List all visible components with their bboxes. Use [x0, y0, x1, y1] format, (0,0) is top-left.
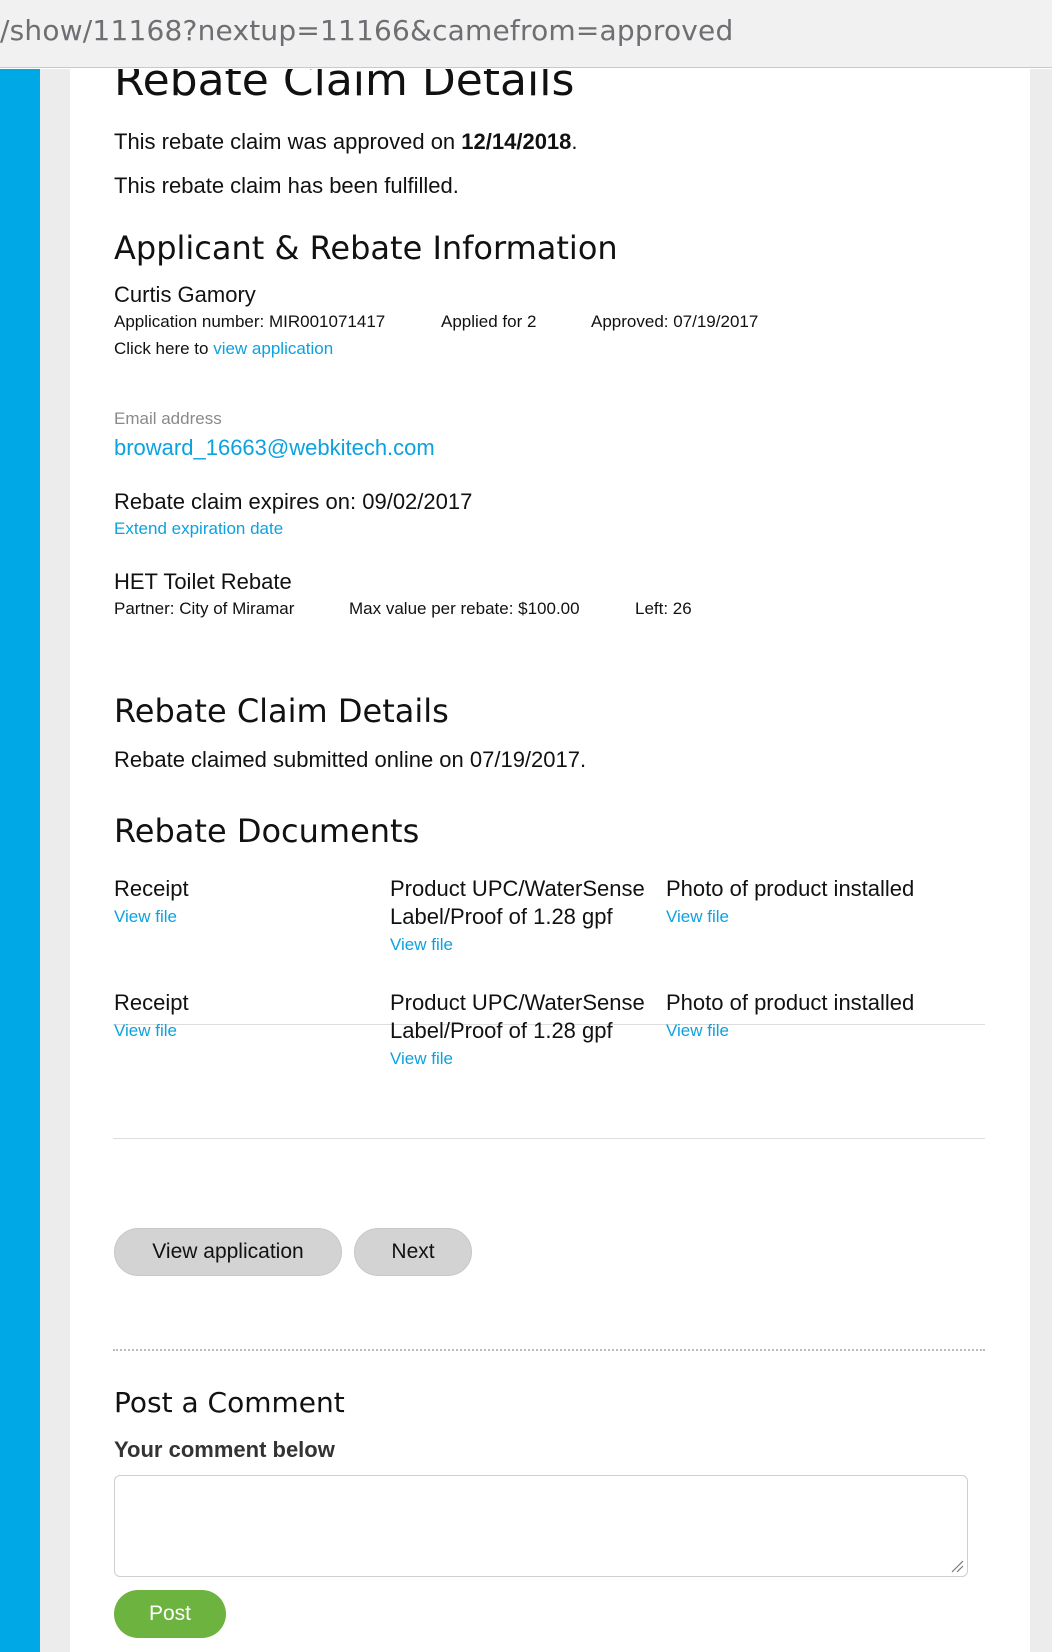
comment-heading: Post a Comment — [114, 1386, 345, 1419]
applicant-heading: Applicant & Rebate Information — [114, 229, 618, 267]
rebates-left: Left: 26 — [635, 599, 692, 618]
fulfilled-status: This rebate claim has been fulfilled. — [114, 173, 459, 198]
photo-view-file-link[interactable]: View file — [666, 907, 729, 927]
page-title: Rebate Claim Details — [114, 69, 575, 106]
view-application-line: Click here to view application — [114, 339, 333, 359]
click-here-text: Click here to — [114, 339, 214, 358]
photo-label: Photo of product installed — [666, 990, 915, 1015]
receipt-view-file-link[interactable]: View file — [114, 1021, 177, 1041]
next-button[interactable]: Next — [354, 1228, 472, 1276]
claim-heading: Rebate Claim Details — [114, 692, 449, 730]
receipt-label: Receipt — [114, 990, 189, 1015]
upc-view-file-link[interactable]: View file — [390, 935, 453, 955]
upc-label-line1: Product UPC/WaterSense — [390, 876, 645, 901]
upc-label-line2: Label/Proof of 1.28 gpf — [390, 904, 613, 929]
view-application-button[interactable]: View application — [114, 1228, 342, 1276]
comment-label: Your comment below — [114, 1437, 335, 1462]
main-content: Rebate Claim Details This rebate claim w… — [70, 69, 1030, 1652]
claim-submitted-text: Rebate claimed submitted online on 07/19… — [114, 747, 587, 772]
resize-grip-icon[interactable] — [950, 1559, 964, 1573]
approved-status: This rebate claim was approved on 12/14/… — [114, 129, 578, 155]
upc-label-line2: Label/Proof of 1.28 gpf — [390, 1018, 613, 1043]
left-gutter — [40, 69, 70, 1652]
max-value-info: Max value per rebate: $100.00 — [349, 599, 580, 618]
extend-expiration-link[interactable]: Extend expiration date — [114, 519, 283, 539]
rebate-name: HET Toilet Rebate — [114, 569, 292, 594]
photo-label: Photo of product installed — [666, 876, 915, 901]
comment-textarea[interactable] — [114, 1475, 968, 1577]
approved-date-info: Approved: 07/19/2017 — [591, 312, 759, 331]
email-label: Email address — [114, 409, 222, 428]
left-sidebar-bar — [0, 69, 40, 1652]
upc-label-line1: Product UPC/WaterSense — [390, 990, 645, 1015]
partner-info: Partner: City of Miramar — [114, 599, 295, 618]
applicant-name: Curtis Gamory — [114, 282, 256, 307]
approved-prefix: This rebate claim was approved on — [114, 129, 462, 154]
url-text[interactable]: /show/11168?nextup=11166&camefrom=approv… — [0, 14, 733, 47]
address-bar[interactable]: /show/11168?nextup=11166&camefrom=approv… — [0, 0, 1052, 68]
approved-suffix: . — [571, 129, 578, 154]
applied-for: Applied for 2 — [441, 312, 537, 331]
post-button[interactable]: Post — [114, 1590, 226, 1638]
upc-view-file-link[interactable]: View file — [390, 1049, 453, 1069]
email-link[interactable]: broward_16663@webkitech.com — [114, 435, 435, 461]
row-divider — [113, 1138, 985, 1139]
view-application-link[interactable]: view application — [213, 339, 333, 358]
photo-view-file-link[interactable]: View file — [666, 1021, 729, 1041]
approved-date: 12/14/2018 — [461, 129, 572, 154]
expiration-text: Rebate claim expires on: 09/02/2017 — [114, 489, 473, 514]
right-gutter — [1030, 69, 1052, 1652]
application-number: Application number: MIR001071417 — [114, 312, 386, 331]
section-separator — [113, 1349, 985, 1351]
receipt-view-file-link[interactable]: View file — [114, 907, 177, 927]
documents-heading: Rebate Documents — [114, 812, 420, 850]
receipt-label: Receipt — [114, 876, 189, 901]
